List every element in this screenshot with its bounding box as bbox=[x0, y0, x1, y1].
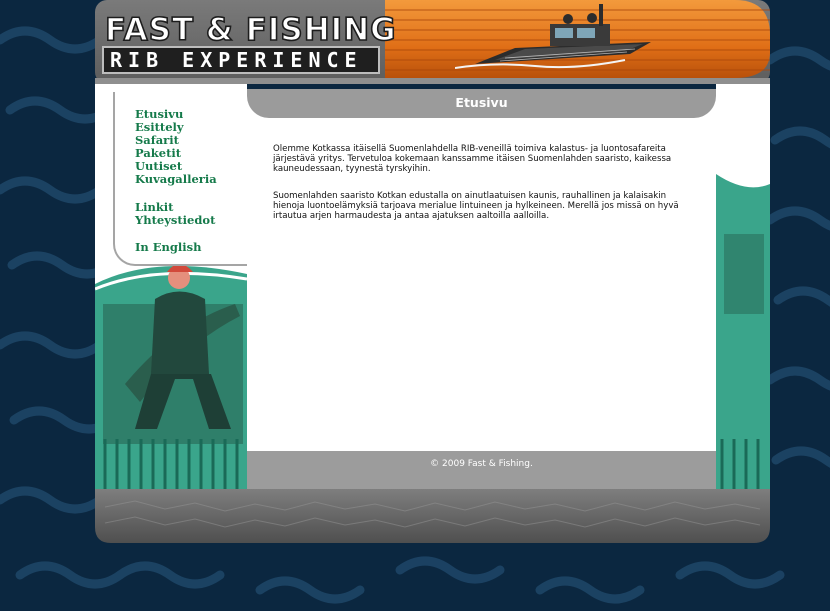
nav-link-yhteystiedot[interactable]: Yhteystiedot bbox=[135, 214, 215, 227]
footer-copyright: © 2009 Fast & Fishing. bbox=[247, 451, 716, 489]
right-side-decoration bbox=[716, 84, 770, 489]
site-frame: FAST & FISHING RIB EXPERIENCE Etusivu Es… bbox=[95, 0, 770, 545]
description-paragraph: Suomenlahden saaristo Kotkan edustalla o… bbox=[273, 191, 679, 222]
nav-link-in-english[interactable]: In English bbox=[135, 241, 201, 254]
bottom-bar bbox=[95, 489, 770, 543]
main-content: Etusivu Olemme Kotkassa itäisellä Suomen… bbox=[247, 89, 716, 489]
intro-paragraph: Olemme Kotkassa itäisellä Suomenlahdella… bbox=[273, 144, 672, 175]
nav-link-kuvagalleria[interactable]: Kuvagalleria bbox=[135, 173, 217, 186]
boat-icon bbox=[455, 4, 651, 69]
sidebar-nav: Etusivu Esittely Safarit Paketit Uutiset… bbox=[113, 92, 248, 266]
page-title: Etusivu bbox=[247, 89, 716, 118]
logo-subtitle: RIB EXPERIENCE bbox=[102, 46, 380, 74]
logo-title: FAST & FISHING bbox=[104, 12, 397, 48]
